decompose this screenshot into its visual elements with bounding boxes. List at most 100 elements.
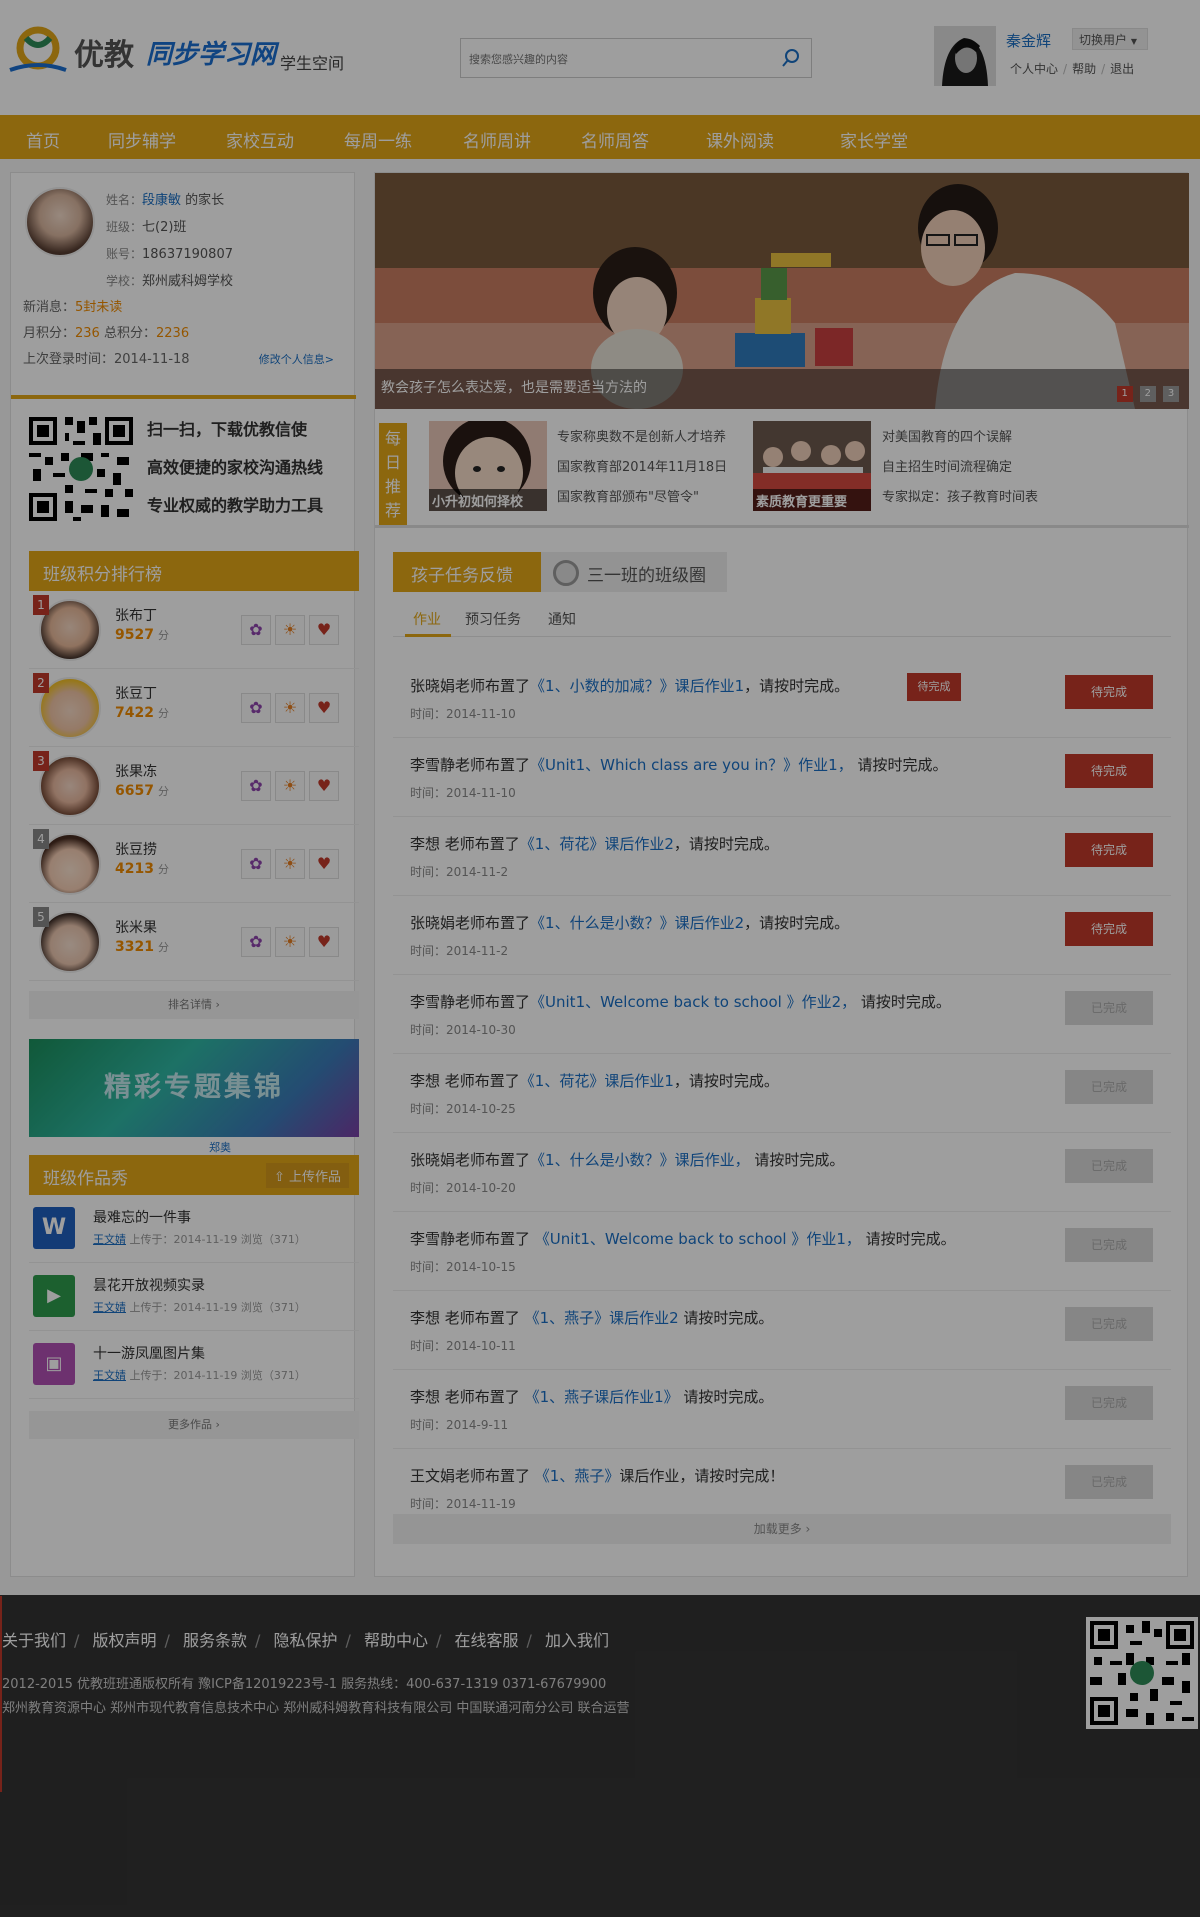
work-item[interactable]: ▣ 十一游凤凰图片集 王文婧 上传于：2014-11-19 浏览（371） — [29, 1331, 359, 1399]
footer-link-help[interactable]: 帮助中心 — [364, 1631, 428, 1650]
task-row[interactable]: 张晓娟老师布置了《1、什么是小数？》课后作业， 请按时完成。 时间：2014-10… — [393, 1133, 1171, 1212]
task-row[interactable]: 李雪静老师布置了 《Unit1、Welcome back to school 》… — [393, 1212, 1171, 1291]
task-link[interactable]: 《1、燕子》课后作业2 — [520, 1309, 679, 1327]
task-link[interactable]: 《1、燕子课后作业1》 — [520, 1388, 679, 1406]
recommend-link[interactable]: 自主招生时间流程确定 — [882, 453, 1038, 483]
recommend-link[interactable]: 国家教育部2014年11月18日 — [557, 453, 727, 483]
ranking-item[interactable]: 3 张果冻 6657 分 ✿ ☀ ♥ — [29, 747, 359, 825]
load-more-button[interactable]: 加载更多 › — [393, 1514, 1171, 1544]
flower-icon[interactable]: ✿ — [241, 615, 271, 645]
footer-link-support[interactable]: 在线客服 — [455, 1631, 519, 1650]
task-link[interactable]: 《1、小数的加减？》课后作业1 — [530, 677, 744, 695]
profile-avatar[interactable] — [25, 187, 95, 257]
carousel-dot[interactable]: 2 — [1139, 386, 1156, 402]
nav-item-teacher-lecture[interactable]: 名师周讲 — [463, 127, 531, 152]
task-status-button[interactable]: 待完成 — [1065, 833, 1153, 867]
subtab-preview[interactable]: 预习任务 — [465, 609, 521, 629]
recommend-link[interactable]: 国家教育部颁布"尽管令" — [557, 483, 727, 513]
hero-caption[interactable]: 教会孩子怎么表达爱，也是需要适当方法的 — [381, 377, 647, 397]
task-link[interactable]: 《1、荷花》课后作业1 — [520, 1072, 674, 1090]
heart-icon[interactable]: ♥ — [309, 771, 339, 801]
footer-link-about[interactable]: 关于我们 — [2, 1631, 66, 1650]
ranking-item[interactable]: 1 张布丁 9527 分 ✿ ☀ ♥ — [29, 591, 359, 669]
task-row[interactable]: 李想 老师布置了《1、荷花》课后作业2，请按时完成。 时间：2014-11-2 待完… — [393, 817, 1171, 896]
work-item[interactable]: W 最难忘的一件事 王文婧 上传于：2014-11-19 浏览（371） — [29, 1195, 359, 1263]
task-row[interactable]: 李雪静老师布置了《Unit1、Which class are you in？》作… — [393, 738, 1171, 817]
upload-button[interactable]: ⇧ 上传作品 — [265, 1163, 349, 1188]
task-status-button[interactable]: 已完成 — [1065, 1465, 1153, 1499]
task-row[interactable]: 李想 老师布置了 《1、燕子课后作业1》 请按时完成。 时间：2014-9-11 已… — [393, 1370, 1171, 1449]
tab-class-circle[interactable]: 三一班的班级圈 — [541, 552, 727, 592]
footer-link-privacy[interactable]: 隐私保护 — [274, 1631, 338, 1650]
work-title[interactable]: 最难忘的一件事 — [93, 1207, 191, 1227]
sun-icon[interactable]: ☀ — [275, 693, 305, 723]
ranking-item[interactable]: 4 张豆捞 4213 分 ✿ ☀ ♥ — [29, 825, 359, 903]
task-link[interactable]: 《Unit1、Welcome back to school 》作业1， — [530, 1230, 861, 1248]
more-works-link[interactable]: 更多作品 › — [29, 1411, 359, 1439]
task-status-button[interactable]: 已完成 — [1065, 1149, 1153, 1183]
flower-icon[interactable]: ✿ — [241, 771, 271, 801]
nav-item-reading[interactable]: 课外阅读 — [706, 127, 774, 152]
nav-item-home[interactable]: 首页 — [26, 127, 60, 152]
sun-icon[interactable]: ☀ — [275, 771, 305, 801]
qr-code-icon[interactable] — [25, 413, 137, 525]
carousel-dot[interactable]: 1 — [1116, 386, 1133, 402]
task-status-button[interactable]: 已完成 — [1065, 991, 1153, 1025]
sun-icon[interactable]: ☀ — [275, 849, 305, 879]
nav-item-parent-school[interactable]: 家长学堂 — [840, 127, 908, 152]
msg-value[interactable]: 5封未读 — [75, 300, 122, 315]
personal-center-link[interactable]: 个人中心 — [1010, 62, 1058, 76]
task-link[interactable]: 《1、什么是小数？》课后作业， — [530, 1151, 750, 1169]
logout-link[interactable]: 退出 — [1110, 62, 1134, 76]
task-row[interactable]: 张晓娟老师布置了《1、什么是小数？》课后作业2，请按时完成。 时间：2014-11… — [393, 896, 1171, 975]
switch-user-dropdown[interactable]: 切换用户 ▼ — [1072, 28, 1148, 50]
heart-icon[interactable]: ♥ — [309, 693, 339, 723]
flower-icon[interactable]: ✿ — [241, 849, 271, 879]
nav-item-home-school[interactable]: 家校互动 — [226, 127, 294, 152]
edit-profile-link[interactable]: 修改个人信息> — [259, 347, 334, 373]
search-input[interactable] — [469, 50, 769, 68]
task-status-button[interactable]: 待完成 — [1065, 675, 1153, 709]
heart-icon[interactable]: ♥ — [309, 927, 339, 957]
recommend-link[interactable]: 对美国教育的四个误解 — [882, 423, 1038, 453]
task-status-button[interactable]: 待完成 — [1065, 754, 1153, 788]
task-row[interactable]: 李想 老师布置了《1、荷花》课后作业1，请按时完成。 时间：2014-10-25 已… — [393, 1054, 1171, 1133]
work-item[interactable]: ▶ 昙花开放视频实录 王文婧 上传于：2014-11-19 浏览（371） — [29, 1263, 359, 1331]
ranking-item[interactable]: 5 张米果 3321 分 ✿ ☀ ♥ — [29, 903, 359, 981]
search-icon[interactable] — [781, 48, 801, 68]
subtab-homework[interactable]: 作业 — [413, 609, 441, 629]
task-link[interactable]: 《1、荷花》课后作业2 — [520, 835, 674, 853]
task-link[interactable]: 《Unit1、Welcome back to school 》作业2， — [530, 993, 856, 1011]
task-status-button[interactable]: 已完成 — [1065, 1386, 1153, 1420]
subtab-notice[interactable]: 通知 — [548, 609, 576, 629]
task-link[interactable]: 《1、燕子》 — [530, 1467, 620, 1485]
recommend-image-1[interactable]: 小升初如何择校 — [429, 421, 547, 511]
task-link[interactable]: 《1、什么是小数？》课后作业2 — [530, 914, 744, 932]
footer-link-copyright[interactable]: 版权声明 — [93, 1631, 157, 1650]
heart-icon[interactable]: ♥ — [309, 849, 339, 879]
recommend-link[interactable]: 专家拟定：孩子教育时间表 — [882, 483, 1038, 513]
flower-icon[interactable]: ✿ — [241, 927, 271, 957]
footer-link-join[interactable]: 加入我们 — [545, 1631, 609, 1650]
sun-icon[interactable]: ☀ — [275, 927, 305, 957]
nav-item-sync[interactable]: 同步辅学 — [108, 127, 176, 152]
topic-banner[interactable]: 精彩专题集锦 — [29, 1039, 359, 1137]
user-name[interactable]: 秦金辉 — [1006, 30, 1051, 51]
footer-link-terms[interactable]: 服务条款 — [183, 1631, 247, 1650]
nav-item-weekly-practice[interactable]: 每周一练 — [344, 127, 412, 152]
task-row[interactable]: 李雪静老师布置了《Unit1、Welcome back to school 》作… — [393, 975, 1171, 1054]
work-title[interactable]: 十一游凤凰图片集 — [93, 1343, 205, 1363]
task-row[interactable]: 张晓娟老师布置了《1、小数的加减？》课后作业1，请按时完成。 时间：2014-11… — [393, 659, 1171, 738]
task-status-button[interactable]: 已完成 — [1065, 1307, 1153, 1341]
help-link[interactable]: 帮助 — [1072, 62, 1096, 76]
heart-icon[interactable]: ♥ — [309, 615, 339, 645]
hero-carousel[interactable]: 教会孩子怎么表达爱，也是需要适当方法的 1 2 3 — [375, 173, 1189, 409]
recommend-link[interactable]: 专家称奥数不是创新人才培养 — [557, 423, 727, 453]
task-link[interactable]: 《Unit1、Which class are you in？》作业1， — [530, 756, 853, 774]
tab-task-feedback[interactable]: 孩子任务反馈 — [393, 552, 541, 592]
ranking-detail-link[interactable]: 排名详情 › — [29, 991, 359, 1019]
task-status-button[interactable]: 已完成 — [1065, 1070, 1153, 1104]
student-name[interactable]: 段康敏 — [142, 193, 181, 208]
task-status-button[interactable]: 待完成 — [1065, 912, 1153, 946]
nav-item-teacher-answer[interactable]: 名师周答 — [581, 127, 649, 152]
